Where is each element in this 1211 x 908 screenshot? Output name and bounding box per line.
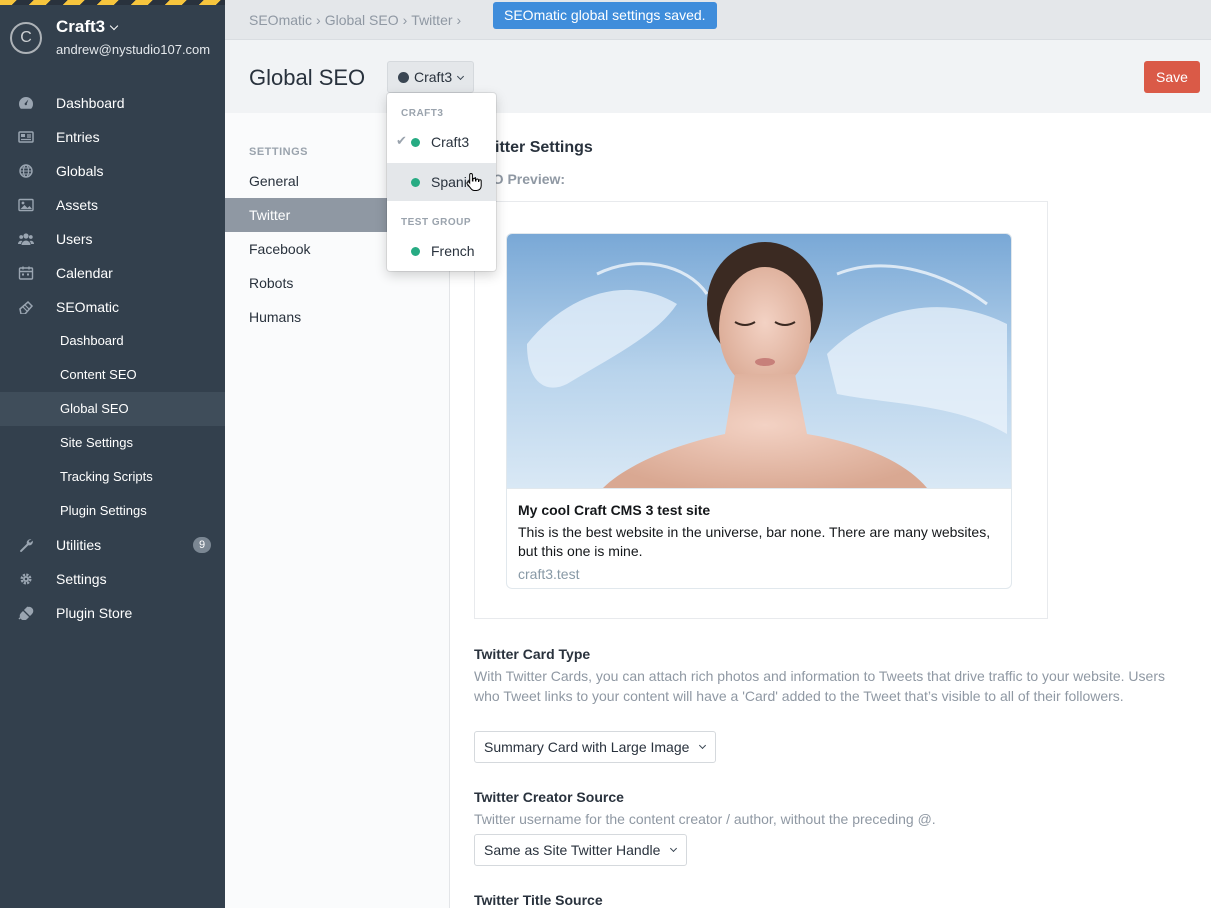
main-nav: Dashboard Entries Globals Assets Users C… xyxy=(0,86,225,630)
save-button[interactable]: Save xyxy=(1144,61,1200,93)
chevron-down-icon xyxy=(109,21,119,31)
nav-item-dashboard[interactable]: Dashboard xyxy=(0,86,225,120)
site-menu-button[interactable]: Craft3 xyxy=(387,61,475,93)
seomatic-icon xyxy=(18,300,34,314)
title-source-label: Twitter Title Source xyxy=(474,892,603,908)
content-pane: Twitter Settings SEO Preview: My cool Cr… xyxy=(450,113,1211,908)
breadcrumb-separator: › xyxy=(316,12,321,28)
settings-item-robots[interactable]: Robots xyxy=(225,266,450,300)
nav-item-plugin-store[interactable]: Plugin Store xyxy=(0,596,225,630)
nav-item-assets[interactable]: Assets xyxy=(0,188,225,222)
nav-item-calendar[interactable]: Calendar xyxy=(0,256,225,290)
status-dot-icon xyxy=(411,247,420,256)
card-type-select[interactable]: Summary Card with Large Image xyxy=(474,731,717,763)
chevron-down-icon xyxy=(699,741,707,750)
creator-source-select[interactable]: Same as Site Twitter Handle xyxy=(474,834,688,866)
status-dot-icon xyxy=(411,178,420,187)
chevron-down-icon xyxy=(457,72,465,81)
nav-item-seomatic[interactable]: SEOmatic xyxy=(0,290,225,324)
wrench-icon xyxy=(18,538,34,552)
image-icon xyxy=(18,198,34,212)
checkmark-icon: ✔ xyxy=(396,133,407,148)
gear-icon xyxy=(18,572,34,586)
nav-item-entries[interactable]: Entries xyxy=(0,120,225,154)
nav-item-seomatic-dashboard[interactable]: Dashboard xyxy=(0,324,225,358)
breadcrumb: SEOmatic › Global SEO › Twitter › xyxy=(249,12,465,28)
nav-item-utilities[interactable]: Utilities 9 xyxy=(0,528,225,562)
page-header: Global SEO Craft3 Save xyxy=(225,41,1211,113)
globe-icon xyxy=(18,164,34,178)
card-domain: craft3.test xyxy=(518,566,580,582)
dev-mode-stripe xyxy=(0,0,225,5)
nav-item-tracking-scripts[interactable]: Tracking Scripts xyxy=(0,460,225,494)
globe-icon xyxy=(398,72,409,83)
breadcrumb-separator: › xyxy=(402,12,408,28)
sidebar: C Craft3 andrew@nystudio107.com Dashboar… xyxy=(0,0,225,908)
users-icon xyxy=(18,232,34,246)
hand-cursor-icon xyxy=(466,172,482,191)
site-logo: C xyxy=(10,22,42,54)
menu-group-test-group: TEST GROUP xyxy=(401,217,472,228)
menu-group-craft3: CRAFT3 xyxy=(401,108,444,119)
nav-item-settings[interactable]: Settings xyxy=(0,562,225,596)
breadcrumb-twitter[interactable]: Twitter xyxy=(411,12,452,28)
calendar-icon xyxy=(18,266,34,280)
nav-item-site-settings[interactable]: Site Settings xyxy=(0,426,225,460)
status-dot-icon xyxy=(411,138,420,147)
settings-item-humans[interactable]: Humans xyxy=(225,300,450,334)
nav-item-content-seo[interactable]: Content SEO xyxy=(0,358,225,392)
card-type-label: Twitter Card Type xyxy=(474,646,591,662)
gauge-icon xyxy=(18,96,34,110)
breadcrumb-separator: › xyxy=(456,12,462,28)
nav-item-globals[interactable]: Globals xyxy=(0,154,225,188)
site-name[interactable]: Craft3 xyxy=(56,17,119,37)
utilities-badge: 9 xyxy=(193,537,211,553)
nav-item-plugin-settings[interactable]: Plugin Settings xyxy=(0,494,225,528)
menu-item-craft3[interactable]: ✔ Craft3 xyxy=(387,123,496,161)
menu-item-french[interactable]: French xyxy=(387,232,496,270)
seo-preview: My cool Craft CMS 3 test site This is th… xyxy=(474,201,1048,619)
saved-notice: SEOmatic global settings saved. xyxy=(493,2,717,29)
breadcrumb-global-seo[interactable]: Global SEO xyxy=(325,12,399,28)
card-text: My cool Craft CMS 3 test site This is th… xyxy=(507,488,1011,582)
site-switcher[interactable]: C Craft3 andrew@nystudio107.com xyxy=(10,17,220,62)
top-bar: SEOmatic › Global SEO › Twitter › SEOmatic gl… xyxy=(225,0,1211,40)
newspaper-icon xyxy=(18,130,34,144)
page-title: Global SEO xyxy=(249,65,366,90)
chevron-down-icon xyxy=(670,844,678,853)
card-title: My cool Craft CMS 3 test site xyxy=(518,502,711,518)
card-type-help: With Twitter Cards, you can attach rich … xyxy=(474,668,1165,704)
nav-item-users[interactable]: Users xyxy=(0,222,225,256)
settings-heading: SETTINGS xyxy=(249,146,309,158)
creator-source-label: Twitter Creator Source xyxy=(474,789,624,805)
card-description: This is the best website in the universe… xyxy=(518,524,991,559)
breadcrumb-seomatic[interactable]: SEOmatic xyxy=(249,12,312,28)
twitter-card-preview: My cool Craft CMS 3 test site This is th… xyxy=(506,233,1012,589)
plug-icon xyxy=(18,606,34,620)
creator-source-help: Twitter username for the content creator… xyxy=(474,811,936,827)
nav-item-global-seo[interactable]: Global SEO xyxy=(0,392,225,426)
user-email: andrew@nystudio107.com xyxy=(56,42,211,57)
card-image xyxy=(507,234,1011,488)
